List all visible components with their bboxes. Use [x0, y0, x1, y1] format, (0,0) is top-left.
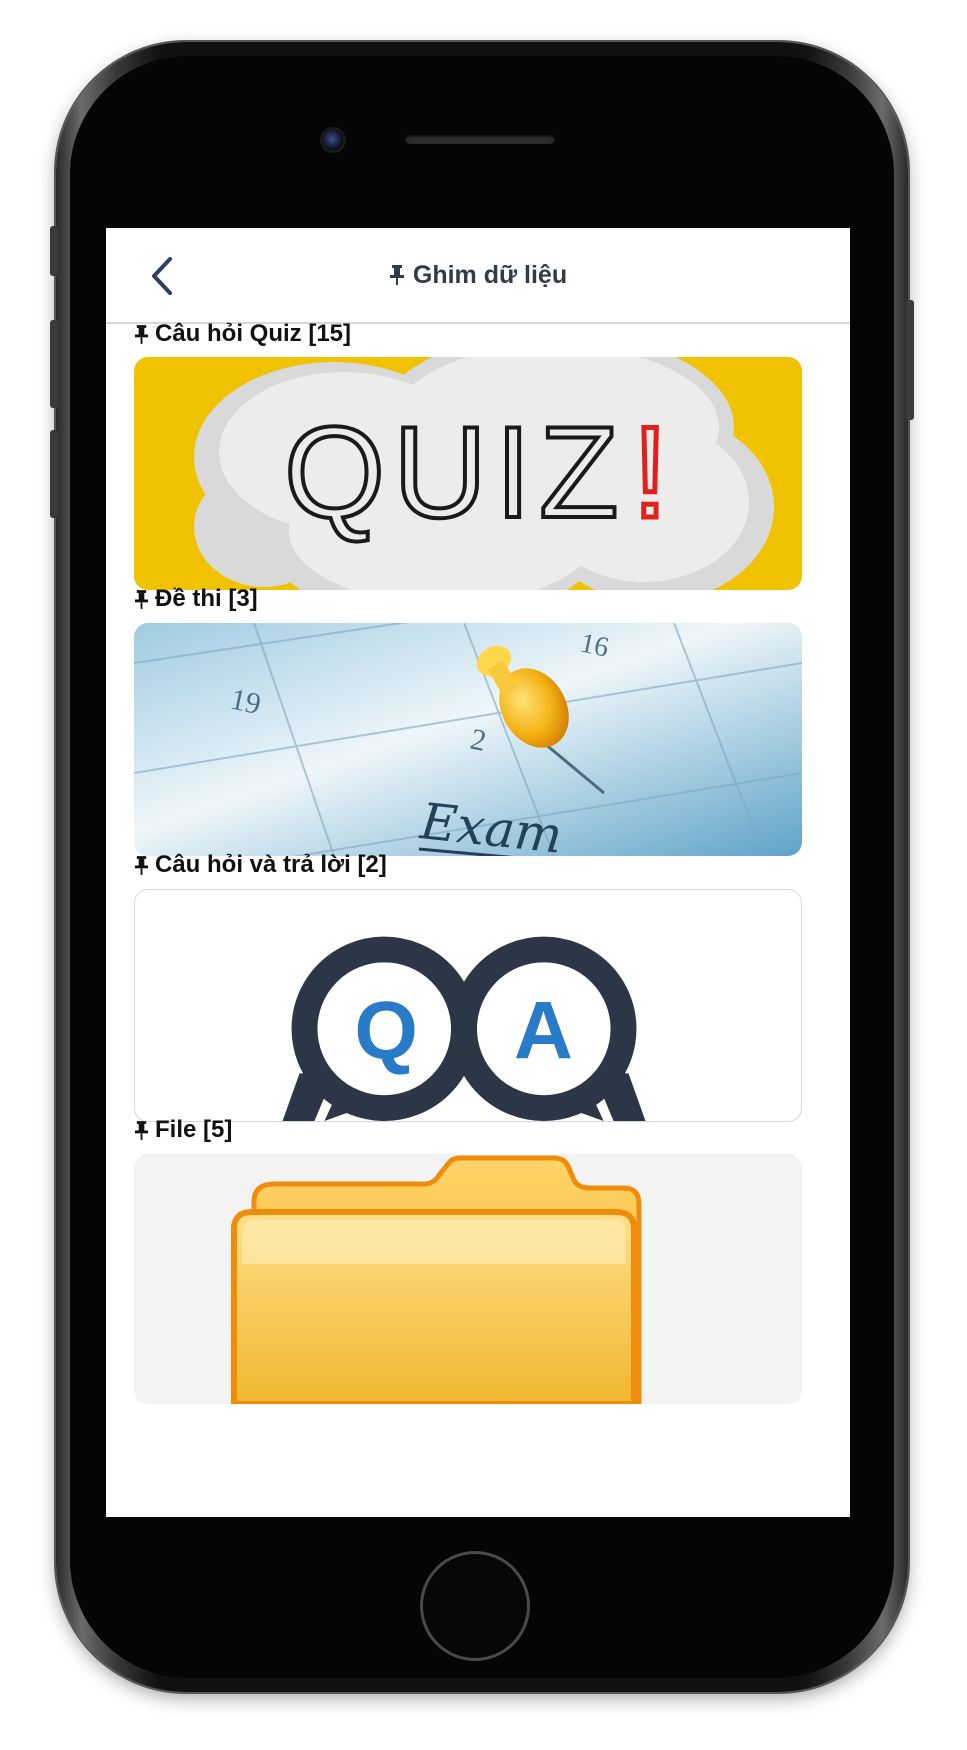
chevron-left-icon: [152, 257, 172, 295]
qa-letter-a: A: [514, 986, 573, 1077]
side-button-mute: [50, 226, 58, 276]
home-button[interactable]: [420, 1551, 530, 1661]
section-title-qa: Câu hỏi và trả lời [2]: [134, 851, 387, 879]
pin-icon: [134, 855, 149, 875]
quiz-exclamation: !: [632, 399, 668, 545]
pin-icon: [134, 324, 149, 344]
qa-card[interactable]: Q A: [134, 889, 802, 1122]
pin-icon: [134, 589, 149, 609]
section-label: Câu hỏi Quiz [15]: [155, 320, 352, 347]
qa-image: Q A: [282, 936, 646, 1121]
exam-image: 19 2 16 Exam: [134, 623, 802, 856]
side-button-power: [906, 300, 914, 420]
back-button[interactable]: [142, 254, 182, 298]
camera-icon: [323, 130, 343, 150]
page-title-text: Ghim dữ liệu: [412, 260, 568, 289]
app-screen: Ghim dữ liệu Câu hỏi Quiz [15] QUIZ ! Đề…: [106, 228, 850, 1517]
qa-letter-q: Q: [354, 986, 418, 1077]
quiz-image: QUIZ !: [134, 357, 802, 590]
section-label: File [5]: [155, 1116, 233, 1143]
side-button-volume-down: [50, 430, 58, 518]
pin-icon: [389, 265, 404, 285]
side-button-volume-up: [50, 320, 58, 408]
speaker-grille: [405, 135, 555, 144]
folder-icon: [231, 1155, 642, 1404]
page-title: Ghim dữ liệu: [389, 261, 567, 290]
section-title-file: File [5]: [134, 1116, 232, 1144]
section-title-quiz: Câu hỏi Quiz [15]: [134, 320, 351, 348]
file-card[interactable]: [134, 1154, 802, 1404]
quiz-letters: QUIZ: [284, 399, 627, 545]
pin-icon: [134, 1120, 149, 1140]
section-label: Câu hỏi và trả lời [2]: [155, 851, 387, 878]
quiz-card[interactable]: QUIZ !: [134, 357, 802, 590]
section-title-exam: Đề thi [3]: [134, 585, 258, 613]
section-label: Đề thi [3]: [155, 585, 258, 612]
exam-card[interactable]: 19 2 16 Exam: [134, 623, 802, 856]
app-header: Ghim dữ liệu: [106, 228, 850, 324]
